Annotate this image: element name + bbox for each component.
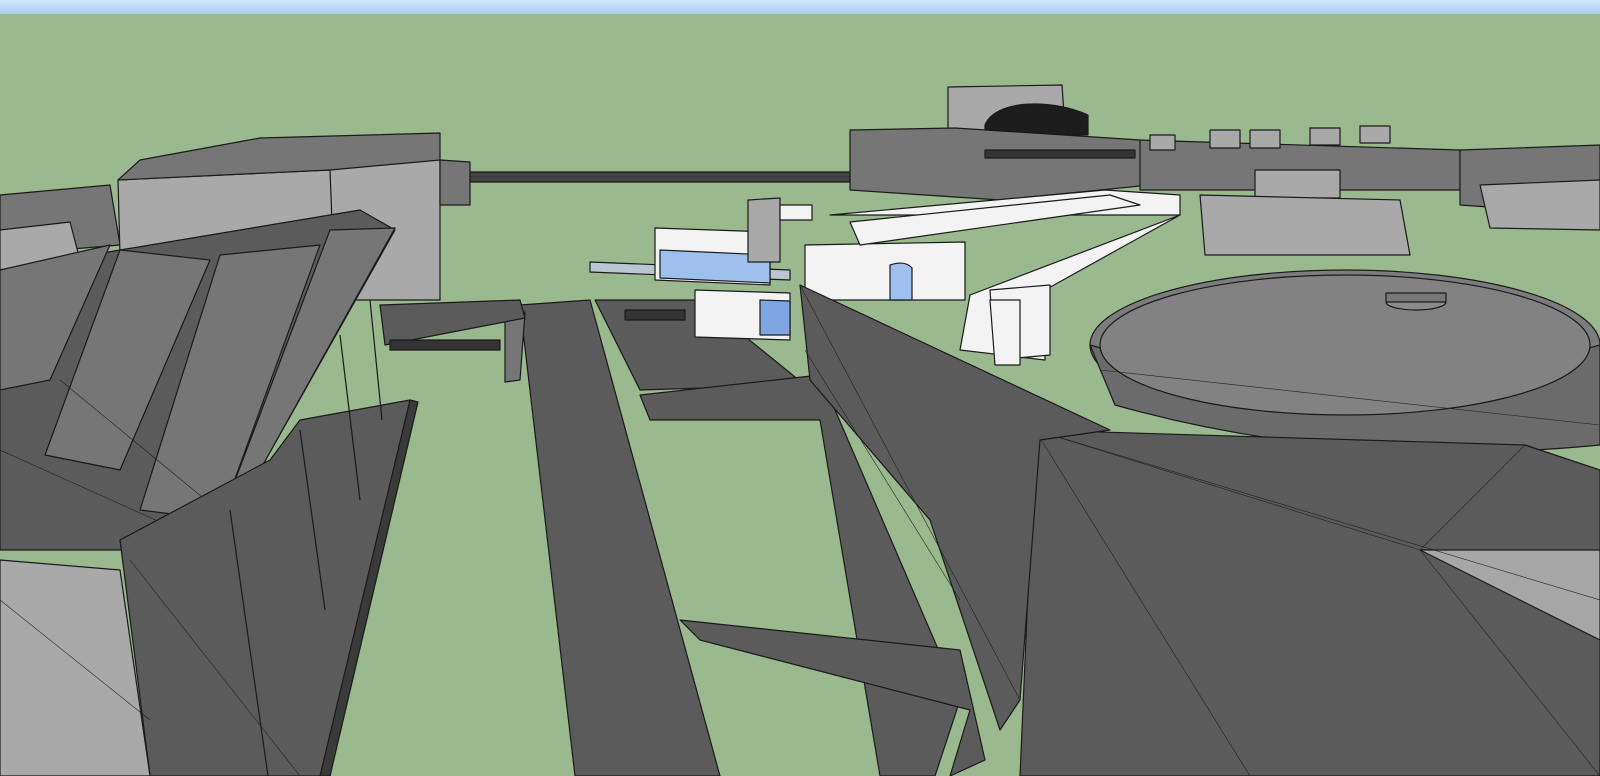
model-viewport[interactable] [0, 0, 1600, 776]
window-top-strip [0, 0, 1600, 14]
3d-scene[interactable] [0, 14, 1600, 776]
distant-railing [469, 171, 851, 183]
